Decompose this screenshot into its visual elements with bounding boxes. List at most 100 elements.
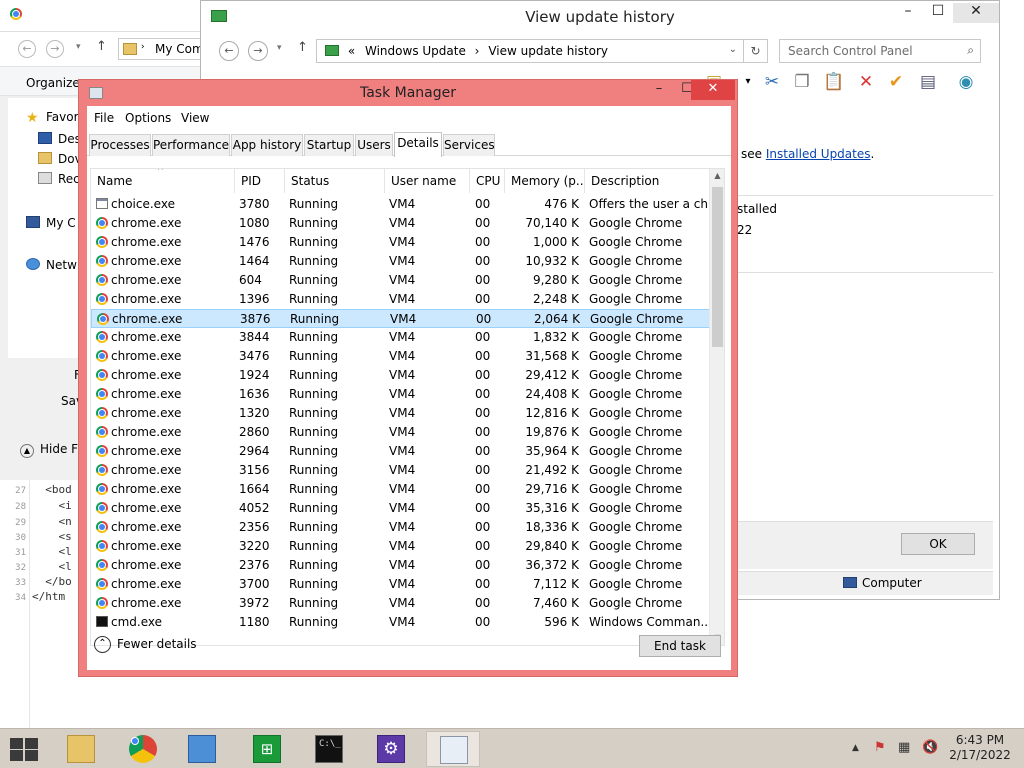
organize-button[interactable]: Organize [26, 76, 80, 90]
table-row[interactable]: chrome.exe 3220 Running VM4 00 29,840 K Google… [91, 537, 713, 556]
scroll-up-icon[interactable]: ▲ [710, 171, 724, 180]
taskbar-file-explorer[interactable] [54, 731, 108, 767]
table-row[interactable]: chrome.exe 2376 Running VM4 00 36,372 K Google… [91, 556, 713, 575]
taskbar-store[interactable]: ⊞ [240, 731, 294, 767]
table-row[interactable]: chrome.exe 604 Running VM4 00 9,280 K Google C… [91, 271, 713, 290]
tab-services[interactable]: Services [443, 134, 495, 156]
paste-icon[interactable]: 📋 [823, 71, 845, 93]
volume-muted-icon[interactable]: 🔇 [922, 740, 938, 755]
update-history-address-bar[interactable]: « Windows Update › View update history ⌄ [316, 39, 744, 63]
tab-processes[interactable]: Processes [89, 134, 151, 156]
table-row[interactable]: chrome.exe 3156 Running VM4 00 21,492 K Google… [91, 461, 713, 480]
back-button[interactable]: ← [219, 41, 239, 61]
table-row[interactable]: chrome.exe 1320 Running VM4 00 12,816 K Google… [91, 404, 713, 423]
cell-mem: 36,372 K [525, 558, 579, 572]
table-row[interactable]: chrome.exe 3476 Running VM4 00 31,568 K Google… [91, 347, 713, 366]
table-row[interactable]: chrome.exe 1636 Running VM4 00 24,408 K Google… [91, 385, 713, 404]
table-row[interactable]: chrome.exe 1476 Running VM4 00 1,000 K Google … [91, 233, 713, 252]
up-arrow-icon[interactable]: ↑ [297, 40, 308, 55]
table-row[interactable]: chrome.exe 2356 Running VM4 00 18,336 K Google… [91, 518, 713, 537]
tab-app-history[interactable]: App history [231, 134, 303, 156]
scrollbar-thumb[interactable] [712, 187, 723, 347]
tab-users[interactable]: Users [355, 134, 393, 156]
menu-view[interactable]: View [181, 111, 209, 125]
column-header-description[interactable]: Description [585, 169, 713, 193]
shell-icon[interactable]: ◉ [955, 71, 977, 93]
close-button[interactable]: ✕ [953, 3, 999, 23]
copy-icon[interactable]: ❐ [791, 71, 813, 93]
forward-button[interactable]: → [248, 41, 268, 61]
menu-options[interactable]: Options [125, 111, 171, 125]
column-header-pid[interactable]: PID [235, 169, 285, 193]
table-row[interactable]: chrome.exe 1464 Running VM4 00 10,932 K Google… [91, 252, 713, 271]
minimize-button[interactable]: – [645, 80, 673, 100]
column-header-memory[interactable]: Memory (p... [505, 169, 585, 193]
column-header-user-name[interactable]: User name [385, 169, 470, 193]
tab-details[interactable]: Details [394, 132, 442, 157]
table-row[interactable]: chrome.exe 1924 Running VM4 00 29,412 K Google… [91, 366, 713, 385]
taskbar-settings[interactable]: ⚙ [364, 731, 418, 767]
table-row[interactable]: cmd.exe 1180 Running VM4 00 596 K Windows Comm… [91, 613, 713, 632]
back-button[interactable]: ← [18, 40, 36, 58]
refresh-button[interactable]: ↻ [744, 39, 768, 63]
column-header-cpu[interactable]: CPU [470, 169, 505, 193]
taskbar-control-panel[interactable] [175, 731, 229, 767]
table-row[interactable]: choice.exe 3780 Running VM4 00 476 K Offers th… [91, 195, 713, 214]
installed-updates-link[interactable]: Installed Updates [766, 147, 871, 161]
column-header-name[interactable]: ^ Name [91, 169, 235, 193]
up-arrow-icon[interactable]: ↑ [96, 39, 107, 54]
ok-button[interactable]: OK [901, 533, 975, 555]
table-row[interactable]: chrome.exe 3844 Running VM4 00 1,832 K Google … [91, 328, 713, 347]
scissors-icon[interactable]: ✂ [761, 71, 783, 93]
chevron-down-icon[interactable]: ⌄ [729, 44, 737, 55]
recent-locations-icon[interactable]: ▾ [76, 42, 81, 52]
show-hidden-icons-button[interactable]: ▲ [852, 743, 859, 753]
forward-button[interactable]: → [46, 40, 64, 58]
fewer-details-button[interactable]: ⌃ Fewer details [94, 636, 197, 653]
close-button[interactable]: ✕ [691, 80, 735, 100]
table-row[interactable]: chrome.exe 2964 Running VM4 00 35,964 K Google… [91, 442, 713, 461]
table-row[interactable]: chrome.exe 4052 Running VM4 00 35,316 K Google… [91, 499, 713, 518]
minimize-button[interactable]: – [893, 3, 923, 23]
tree-item-recent[interactable]: Rec [38, 172, 80, 190]
action-center-icon[interactable]: ⚑ [874, 740, 886, 755]
hide-folders-button[interactable]: ▲ Hide Fo [20, 442, 85, 458]
menu-file[interactable]: File [94, 111, 114, 125]
search-control-panel-input[interactable]: Search Control Panel ⌕ [779, 39, 981, 63]
table-row[interactable]: chrome.exe 1664 Running VM4 00 29,716 K Google… [91, 480, 713, 499]
table-row[interactable]: chrome.exe 1396 Running VM4 00 2,248 K Google … [91, 290, 713, 309]
start-button[interactable] [8, 737, 38, 761]
tree-item-desktop[interactable]: Des [38, 132, 81, 150]
table-row[interactable]: chrome.exe 1080 Running VM4 00 70,140 K Google… [91, 214, 713, 233]
chevron-down-icon[interactable]: ▾ [737, 71, 759, 93]
taskbar-chrome[interactable] [116, 731, 170, 767]
tree-item-downloads[interactable]: Dov [38, 152, 82, 170]
column-header-status[interactable]: Status [285, 169, 385, 193]
tab-startup[interactable]: Startup [304, 134, 354, 156]
table-row[interactable]: chrome.exe 3876 Running VM4 00 2,064 K Google … [91, 309, 713, 328]
checkmark-icon[interactable]: ✔ [885, 71, 907, 93]
breadcrumb-windows-update[interactable]: Windows Update [365, 44, 466, 58]
installed-column-header[interactable]: stalled [737, 202, 777, 216]
vertical-scrollbar[interactable]: ▲ ▼ [709, 169, 724, 645]
delete-icon[interactable]: ✕ [855, 71, 877, 93]
breadcrumb-view-update-history[interactable]: View update history [488, 44, 608, 58]
cell-user: VM4 [389, 558, 416, 572]
table-row[interactable]: chrome.exe 3700 Running VM4 00 7,112 K Google … [91, 575, 713, 594]
properties-icon[interactable]: ▤ [917, 71, 939, 93]
tree-item-network[interactable]: Netw [26, 258, 77, 276]
system-clock[interactable]: 6:43 PM 2/17/2022 [948, 733, 1012, 763]
taskbar-task-manager[interactable] [426, 731, 480, 767]
taskbar-command-prompt[interactable]: C:\_ [302, 731, 356, 767]
table-row[interactable]: chrome.exe 3972 Running VM4 00 7,460 K Google … [91, 594, 713, 613]
network-icon[interactable]: ▦ [898, 740, 910, 755]
table-row[interactable]: chrome.exe 2860 Running VM4 00 19,876 K Google… [91, 423, 713, 442]
maximize-button[interactable]: ☐ [923, 3, 953, 23]
end-task-button[interactable]: End task [639, 635, 721, 657]
cell-mem: 1,000 K [532, 235, 579, 249]
tab-performance[interactable]: Performance [152, 134, 230, 156]
installed-date-cell: 22 [737, 223, 753, 237]
tree-item-my-computer[interactable]: My C [26, 216, 76, 234]
recent-pages-icon[interactable]: ▾ [277, 43, 282, 53]
tree-item-favorites[interactable]: ★ Favor [26, 110, 79, 128]
